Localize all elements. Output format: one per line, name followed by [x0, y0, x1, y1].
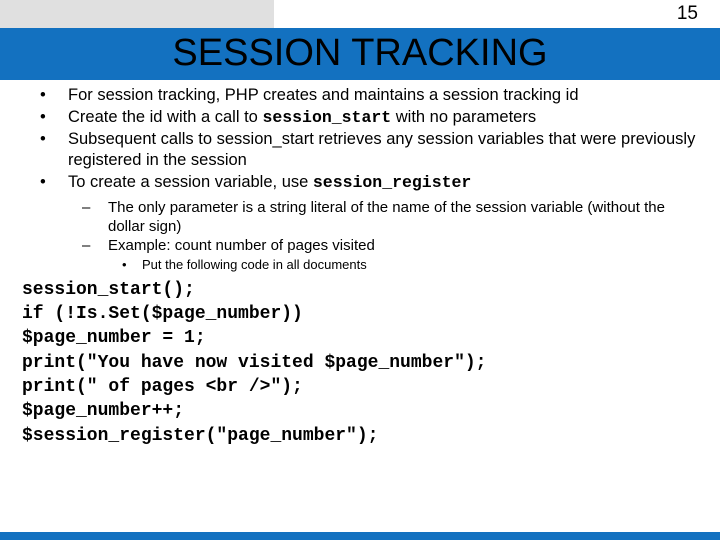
bottom-bar: [0, 532, 720, 540]
code-line: print("You have now visited $page_number…: [22, 351, 700, 375]
bullet-icon: •: [40, 85, 68, 106]
bullet-icon: •: [40, 107, 68, 128]
text-fragment: with no parameters: [391, 108, 536, 126]
sub-bullet-item: – Example: count number of pages visited: [82, 236, 700, 255]
slide-content: • For session tracking, PHP creates and …: [0, 83, 720, 448]
bullet-item: • For session tracking, PHP creates and …: [40, 85, 700, 106]
code-line: session_start();: [22, 278, 700, 302]
dash-icon: –: [82, 198, 108, 236]
bullet-item: • Subsequent calls to session_start retr…: [40, 129, 700, 171]
slide-title: SESSION TRACKING: [0, 32, 720, 75]
text-fragment: Create the id with a call to: [68, 108, 262, 126]
bullet-icon: •: [122, 257, 142, 274]
code-line: $session_register("page_number");: [22, 424, 700, 448]
code-inline: session_start: [262, 108, 391, 127]
code-block: session_start(); if (!Is.Set($page_numbe…: [22, 278, 700, 448]
sub-bullet-item: – The only parameter is a string literal…: [82, 198, 700, 236]
bullet-icon: •: [40, 129, 68, 171]
bullet-text: For session tracking, PHP creates and ma…: [68, 85, 700, 106]
sub-sub-list: • Put the following code in all document…: [122, 257, 700, 274]
code-inline: session_register: [313, 173, 471, 192]
sub-list: – The only parameter is a string literal…: [82, 198, 700, 274]
bullet-text: Subsequent calls to session_start retrie…: [68, 129, 700, 171]
code-line: $page_number = 1;: [22, 326, 700, 350]
bullet-text: To create a session variable, use sessio…: [68, 172, 700, 193]
code-line: if (!Is.Set($page_number)): [22, 302, 700, 326]
text-fragment: To create a session variable, use: [68, 173, 313, 191]
bullet-text: Create the id with a call to session_sta…: [68, 107, 700, 128]
bullet-icon: •: [40, 172, 68, 193]
dash-icon: –: [82, 236, 108, 255]
code-line: $page_number++;: [22, 399, 700, 423]
page-number: 15: [274, 0, 720, 28]
sub-sub-item: • Put the following code in all document…: [122, 257, 700, 274]
bullet-item: • To create a session variable, use sess…: [40, 172, 700, 193]
top-bar-left: [0, 0, 274, 28]
sub-bullet-text: The only parameter is a string literal o…: [108, 198, 700, 236]
sub-sub-text: Put the following code in all documents: [142, 257, 367, 274]
code-line: print(" of pages <br />");: [22, 375, 700, 399]
bullet-item: • Create the id with a call to session_s…: [40, 107, 700, 128]
sub-bullet-text: Example: count number of pages visited: [108, 236, 375, 255]
top-bar: 15: [0, 0, 720, 28]
